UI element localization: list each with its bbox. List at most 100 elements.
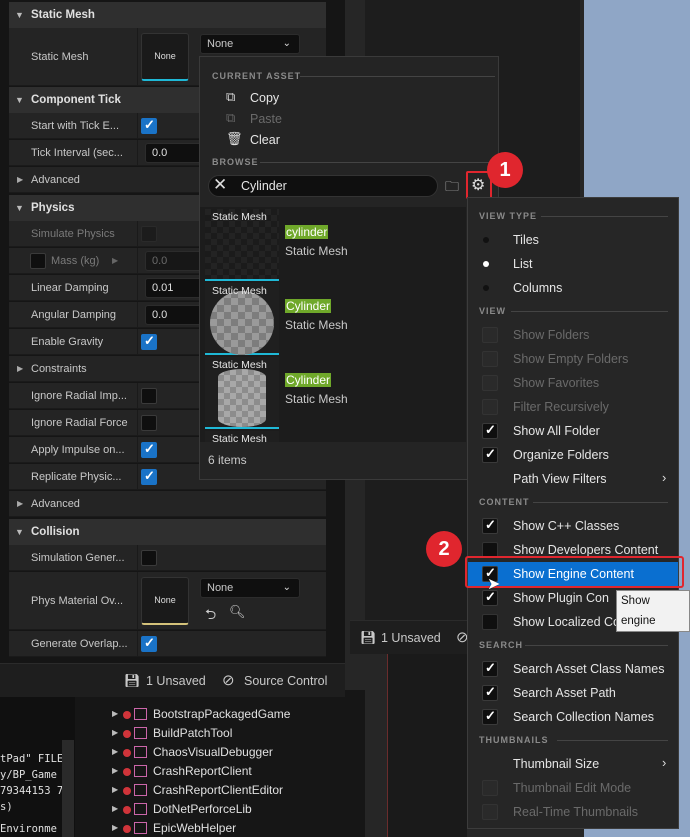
asset-name: Cylinder: [285, 299, 332, 313]
clear-menu-item[interactable]: Clear: [250, 133, 280, 147]
show-localized-content-checkbox[interactable]: [482, 614, 498, 630]
search-box[interactable]: ✕ Cylinder: [208, 175, 438, 197]
source-control-button[interactable]: Source Control: [244, 664, 327, 698]
filter-recursively-checkbox[interactable]: [482, 399, 498, 415]
label-constraints: Constraints: [31, 363, 87, 375]
label-start-with-tick: Start with Tick E...: [31, 120, 120, 132]
chevron-right-icon: ›: [662, 755, 667, 770]
menu-item-columns[interactable]: Columns: [513, 281, 562, 295]
replicate-physics-checkbox[interactable]: [141, 468, 157, 485]
asset-list: Static Mesh cylinder Static Mesh Static …: [200, 207, 466, 442]
menu-item-filter-recursively[interactable]: Filter Recursively: [513, 400, 609, 414]
mass-input[interactable]: 0.0: [145, 251, 205, 271]
menu-item-show-plugin-content[interactable]: Show Plugin Con: [513, 591, 609, 605]
search-input[interactable]: Cylinder: [241, 179, 287, 193]
search-asset-class-names-checkbox[interactable]: [482, 660, 498, 677]
menu-item-list[interactable]: List: [513, 257, 532, 271]
menu-item-thumbnail-size[interactable]: Thumbnail Size: [513, 757, 599, 771]
start-with-tick-checkbox[interactable]: [141, 117, 157, 134]
phys-material-dropdown[interactable]: None ⌄: [200, 578, 300, 598]
row-simulation-generates: Simulation Gener...: [9, 545, 326, 571]
menu-item-show-cpp-classes[interactable]: Show C++ Classes: [513, 519, 619, 533]
source-control-icon: ⊘: [222, 672, 235, 689]
menu-item-organize-folders[interactable]: Organize Folders: [513, 448, 609, 462]
asset-type-label: Static Mesh: [212, 433, 267, 442]
mass-arrow-icon: ▶: [112, 256, 119, 265]
sphere-icon: [210, 291, 274, 355]
row-advanced[interactable]: ▶ Advanced: [9, 491, 326, 517]
ignore-radial-impulse-checkbox[interactable]: [141, 388, 157, 404]
close-icon[interactable]: ✕: [213, 175, 227, 195]
menu-item-show-empty-folders[interactable]: Show Empty Folders: [513, 352, 628, 366]
enable-gravity-checkbox[interactable]: [141, 333, 157, 350]
angular-damping-input[interactable]: 0.0: [145, 305, 205, 325]
real-time-thumbnails-checkbox[interactable]: [482, 804, 498, 820]
category-collision[interactable]: ▼ Collision: [9, 519, 326, 545]
output-scrollbar[interactable]: [62, 740, 74, 837]
generate-overlap-checkbox[interactable]: [141, 635, 157, 652]
section-view: VIEW: [479, 306, 668, 316]
scrollbar-track[interactable]: [368, 655, 378, 837]
folder-icon[interactable]: 🗀: [445, 176, 459, 200]
menu-item-search-asset-class-names[interactable]: Search Asset Class Names: [513, 662, 664, 676]
unsaved-count[interactable]: 1 Unsaved: [381, 621, 441, 655]
thumbnail-edit-mode-checkbox[interactable]: [482, 780, 498, 796]
ignore-radial-force-checkbox[interactable]: [141, 415, 157, 431]
search-collection-names-checkbox[interactable]: [482, 708, 498, 725]
radio-columns[interactable]: [483, 285, 489, 291]
organize-folders-checkbox[interactable]: [482, 446, 498, 463]
show-favorites-checkbox[interactable]: [482, 375, 498, 391]
use-selected-icon[interactable]: ⮌: [205, 604, 216, 628]
menu-item-tiles[interactable]: Tiles: [513, 233, 539, 247]
show-cpp-classes-checkbox[interactable]: [482, 517, 498, 534]
radio-tiles[interactable]: [483, 237, 489, 243]
section-current-asset: CURRENT ASSET: [212, 71, 495, 81]
static-mesh-thumbnail[interactable]: None: [141, 33, 189, 81]
expand-arrow-icon: ▶: [17, 175, 24, 184]
linear-damping-input[interactable]: 0.01: [145, 278, 205, 298]
static-mesh-dropdown[interactable]: None ⌄: [200, 34, 300, 54]
category-static-mesh[interactable]: ▼ Static Mesh: [9, 2, 326, 28]
show-all-folder-checkbox[interactable]: [482, 422, 498, 439]
menu-item-show-all-folder[interactable]: Show All Folder: [513, 424, 600, 438]
show-empty-folders-checkbox[interactable]: [482, 351, 498, 367]
apply-impulse-checkbox[interactable]: [141, 441, 157, 458]
menu-item-real-time-thumbnails[interactable]: Real-Time Thumbnails: [513, 805, 638, 819]
menu-item-show-favorites[interactable]: Show Favorites: [513, 376, 599, 390]
menu-item-show-folders[interactable]: Show Folders: [513, 328, 589, 342]
menu-item-search-asset-path[interactable]: Search Asset Path: [513, 686, 616, 700]
menu-item-search-collection-names[interactable]: Search Collection Names: [513, 710, 654, 724]
copy-menu-item[interactable]: Copy: [250, 91, 279, 105]
status-bar: 💾︎ 1 Unsaved ⊘ Source Control: [0, 663, 345, 697]
chevron-right-icon: ›: [662, 470, 667, 485]
menu-item-thumbnail-edit-mode[interactable]: Thumbnail Edit Mode: [513, 781, 631, 795]
radio-list[interactable]: [483, 261, 489, 267]
label-phys-material: Phys Material Ov...: [31, 595, 124, 607]
mass-override-checkbox[interactable]: [30, 253, 46, 269]
asset-item[interactable]: Static Mesh cylinder Static Mesh: [205, 209, 466, 283]
asset-item[interactable]: Static Mesh: [205, 431, 466, 442]
menu-item-show-developers-content[interactable]: Show Developers Content: [513, 543, 658, 557]
simulation-generates-checkbox[interactable]: [141, 550, 157, 566]
browse-asset-icon[interactable]: 🔍︎: [229, 604, 246, 620]
chevron-down-icon: ⌄: [282, 582, 291, 593]
show-folders-checkbox[interactable]: [482, 327, 498, 343]
menu-item-path-view-filters[interactable]: Path View Filters: [513, 472, 607, 486]
phys-material-thumbnail[interactable]: None: [141, 577, 189, 625]
output-line: tPad" FILE: [0, 753, 64, 765]
simulate-physics-checkbox[interactable]: [141, 226, 157, 242]
item-count: 6 items: [208, 453, 247, 467]
paste-menu-item[interactable]: Paste: [250, 112, 282, 126]
unsaved-count[interactable]: 1 Unsaved: [146, 664, 206, 698]
asset-name: cylinder: [285, 225, 329, 239]
label-generate-overlap: Generate Overlap...: [31, 638, 128, 650]
cylinder-icon: [218, 369, 266, 427]
section-thumbnails: THUMBNAILS: [479, 735, 668, 745]
asset-item[interactable]: Static Mesh Cylinder Static Mesh: [205, 283, 466, 357]
gear-icon: ⚙: [471, 177, 486, 194]
tick-interval-input[interactable]: 0.0: [145, 143, 205, 163]
asset-item[interactable]: Static Mesh Cylinder Static Mesh: [205, 357, 466, 431]
section-browse: BROWSE: [212, 157, 495, 167]
search-asset-path-checkbox[interactable]: [482, 684, 498, 701]
section-view-type: VIEW TYPE: [479, 211, 668, 221]
